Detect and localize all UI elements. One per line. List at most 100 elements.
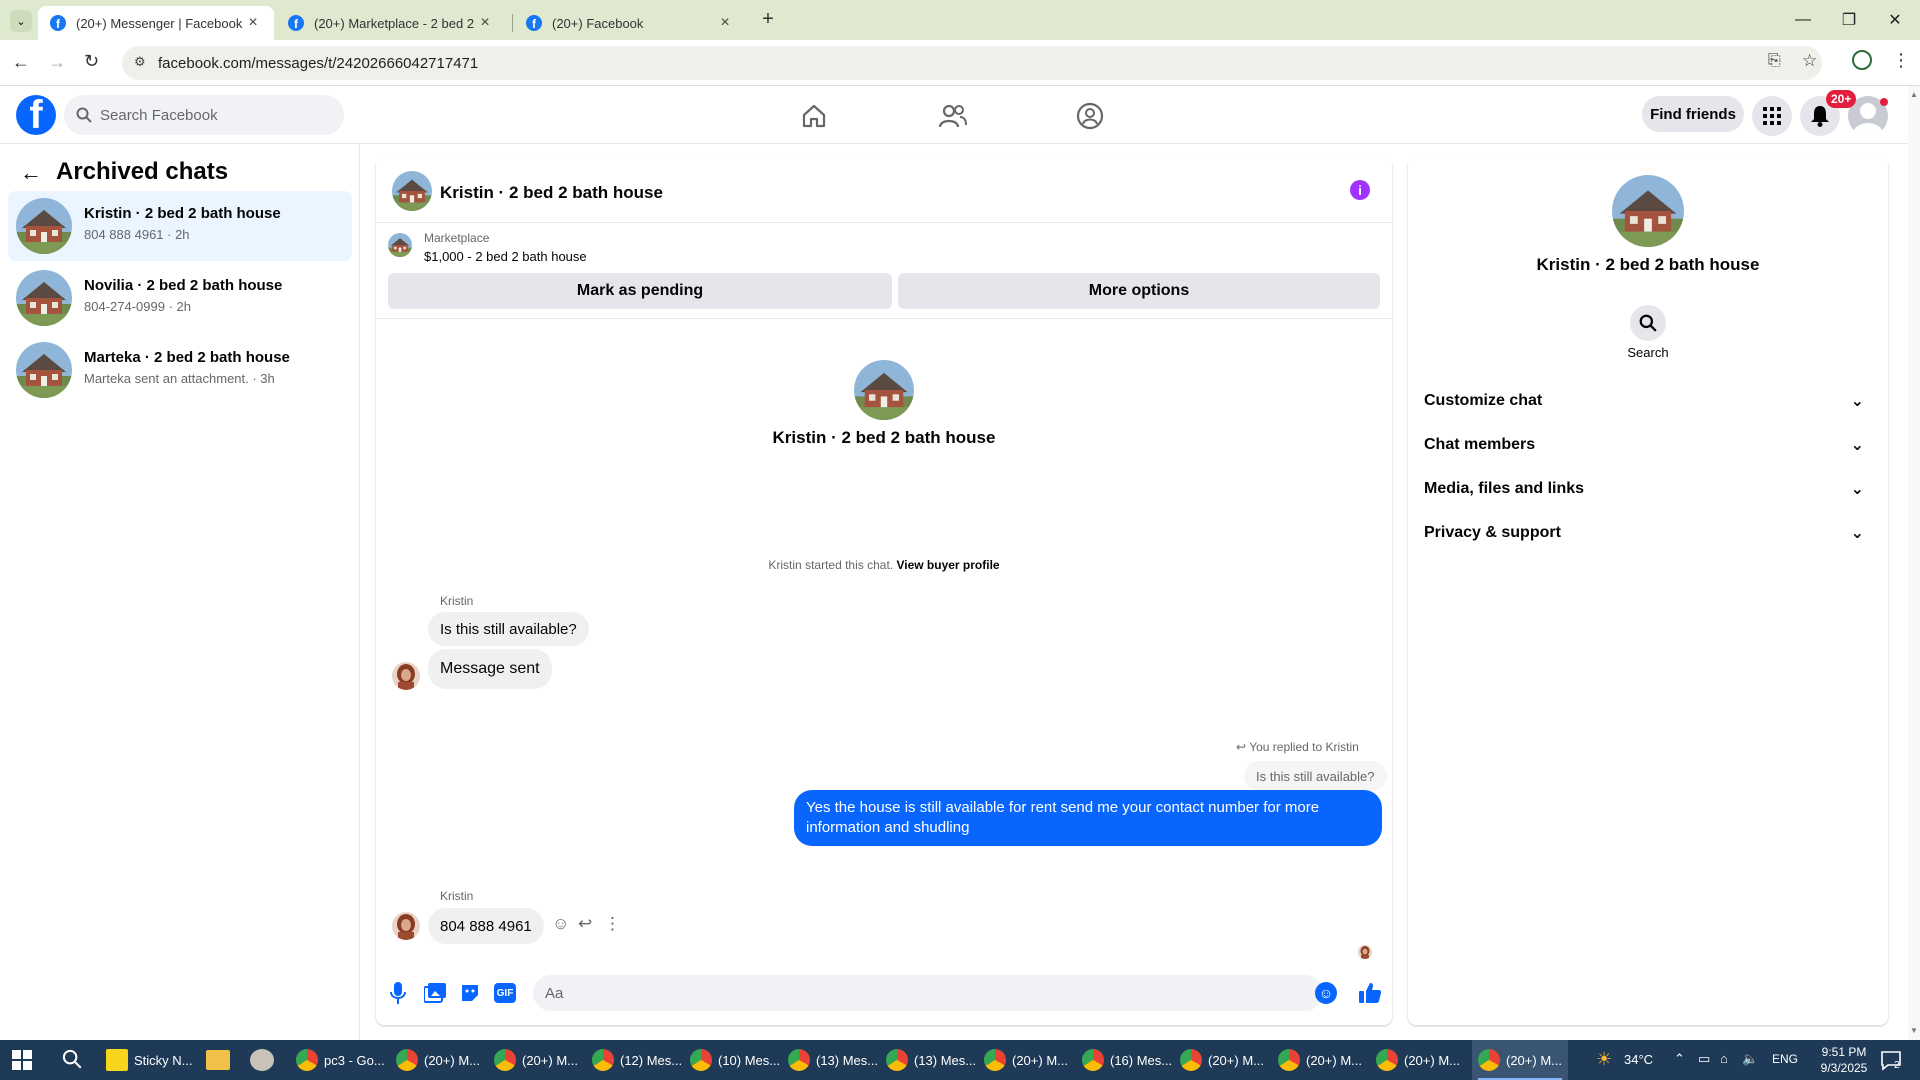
groups-nav-icon[interactable] — [1070, 96, 1110, 136]
taskbar-search-icon[interactable] — [62, 1049, 82, 1069]
row-label: Chat members — [1424, 436, 1536, 453]
taskbar-chrome-window[interactable]: (13) Mes... — [880, 1040, 976, 1080]
emoji-icon[interactable]: ☺ — [1315, 982, 1337, 1004]
back-arrow-icon[interactable]: ← — [12, 52, 30, 73]
chat-members-row[interactable]: Chat members ⌄ — [1424, 425, 1872, 465]
chat-list-item[interactable]: Marteka · 2 bed 2 bath house Marteka sen… — [8, 335, 352, 405]
install-app-icon[interactable]: ⎘ — [1768, 52, 1781, 70]
message-bubble[interactable]: Message sent — [428, 649, 552, 689]
tab-search-icon[interactable]: ⌄ — [10, 10, 32, 32]
taskbar-chrome-window[interactable]: pc3 - Go... — [290, 1040, 386, 1080]
volume-icon[interactable]: 🔈 — [1742, 1051, 1758, 1067]
new-tab-button[interactable]: + — [756, 8, 780, 32]
customize-chat-row[interactable]: Customize chat ⌄ — [1424, 381, 1872, 421]
friends-nav-icon[interactable] — [933, 96, 973, 136]
network-icon[interactable]: ⌂ — [1720, 1051, 1728, 1066]
search-facebook-input[interactable]: Search Facebook — [64, 95, 344, 135]
listing-title[interactable]: $1,000 - 2 bed 2 bath house — [424, 249, 587, 264]
conversation-info-icon[interactable]: i — [1350, 180, 1370, 200]
thumbs-up-icon[interactable] — [1358, 981, 1382, 1005]
taskbar-sticky-notes[interactable]: Sticky N... — [100, 1040, 196, 1080]
find-friends-button[interactable]: Find friends — [1642, 96, 1744, 132]
site-info-icon[interactable]: ⚙ — [134, 54, 146, 70]
info-avatar[interactable] — [1612, 175, 1684, 247]
media-files-links-row[interactable]: Media, files and links ⌄ — [1424, 469, 1872, 509]
more-actions-icon[interactable]: ⋮ — [604, 914, 621, 934]
language-indicator[interactable]: ENG — [1772, 1052, 1798, 1066]
file-explorer-icon[interactable] — [206, 1050, 230, 1070]
clock[interactable]: 9:51 PM 9/3/2025 — [1804, 1044, 1884, 1076]
address-bar[interactable]: ⚙ facebook.com/messages/t/24202666042717… — [122, 46, 1822, 80]
my-message-bubble[interactable]: Yes the house is still available for ren… — [794, 790, 1382, 846]
view-buyer-profile-link[interactable]: View buyer profile — [896, 558, 999, 572]
close-window-button[interactable]: ✕ — [1872, 0, 1918, 40]
taskbar-chrome-window[interactable]: (20+) M... — [1272, 1040, 1368, 1080]
back-arrow-icon[interactable]: ← — [20, 160, 42, 186]
taskbar-chrome-window[interactable]: (13) Mes... — [782, 1040, 878, 1080]
tray-chevron-up-icon[interactable]: ⌃ — [1674, 1051, 1685, 1067]
gif-icon[interactable]: GIF — [494, 983, 516, 1003]
mark-as-pending-button[interactable]: Mark as pending — [388, 273, 892, 309]
quoted-message[interactable]: Is this still available? — [1244, 761, 1387, 791]
sender-avatar[interactable] — [392, 912, 420, 940]
chat-list-item[interactable]: Novilia · 2 bed 2 bath house 804-274-099… — [8, 263, 352, 333]
message-bubble[interactable]: Is this still available? — [428, 612, 589, 646]
scroll-down-icon[interactable]: ▼ — [1910, 1026, 1918, 1035]
conversation-avatar[interactable] — [392, 171, 432, 211]
attach-photo-icon[interactable] — [424, 983, 446, 1003]
chat-list-item[interactable]: Kristin · 2 bed 2 bath house 804 888 496… — [8, 191, 352, 261]
tray-app-icon[interactable]: ▭ — [1698, 1051, 1710, 1067]
taskbar-chrome-window-active[interactable]: (20+) M... — [1472, 1040, 1568, 1080]
scroll-up-icon[interactable]: ▲ — [1910, 90, 1918, 99]
browser-toolbar: ← → ↻ ⚙ facebook.com/messages/t/24202666… — [0, 40, 1920, 86]
reply-icon[interactable]: ↩ — [578, 914, 592, 934]
tab-messenger[interactable]: f (20+) Messenger | Facebook × — [38, 6, 274, 40]
search-in-chat-button[interactable] — [1630, 305, 1666, 341]
conversation-title[interactable]: Kristin · 2 bed 2 bath house — [440, 183, 663, 203]
listing-avatar — [16, 198, 72, 254]
message-bubble[interactable]: 804 888 4961 — [428, 908, 544, 944]
tab-facebook[interactable]: f (20+) Facebook × — [514, 6, 746, 40]
close-tab-icon[interactable]: × — [244, 14, 262, 32]
react-emoji-icon[interactable]: ☺ — [552, 914, 569, 934]
windows-start-icon[interactable] — [12, 1050, 32, 1070]
privacy-support-row[interactable]: Privacy & support ⌄ — [1424, 513, 1872, 553]
tab-title: (20+) Facebook — [552, 15, 644, 31]
page-scrollbar[interactable]: ▲ ▼ — [1908, 86, 1920, 1040]
app-icon[interactable] — [250, 1049, 274, 1071]
restore-button[interactable]: ❐ — [1826, 0, 1872, 40]
profile-icon[interactable] — [1852, 50, 1872, 70]
taskbar-chrome-window[interactable]: (12) Mes... — [586, 1040, 682, 1080]
message-input[interactable]: Aa — [533, 975, 1323, 1011]
tab-marketplace[interactable]: f (20+) Marketplace - 2 bed 2 ba × — [276, 6, 506, 40]
taskbar-chrome-window[interactable]: (10) Mes... — [684, 1040, 780, 1080]
url-text: facebook.com/messages/t/2420266604271747… — [158, 54, 479, 72]
chrome-icon — [1082, 1049, 1104, 1071]
reload-icon[interactable]: ↻ — [84, 51, 99, 72]
taskbar-chrome-window[interactable]: (20+) M... — [978, 1040, 1074, 1080]
sticker-icon[interactable] — [460, 983, 480, 1003]
taskbar-chrome-window[interactable]: (20+) M... — [1174, 1040, 1270, 1080]
browser-menu-icon[interactable]: ⋮ — [1892, 50, 1910, 71]
menu-grid-icon[interactable] — [1752, 96, 1792, 136]
taskbar-chrome-window[interactable]: (20+) M... — [390, 1040, 486, 1080]
sender-avatar[interactable] — [392, 662, 420, 690]
weather-icon[interactable]: ☀ — [1596, 1049, 1612, 1070]
bookmark-star-icon[interactable]: ☆ — [1802, 51, 1817, 71]
minimize-button[interactable]: — — [1780, 0, 1826, 40]
taskbar-chrome-window[interactable]: (20+) M... — [1370, 1040, 1466, 1080]
taskbar-chrome-window[interactable]: (20+) M... — [488, 1040, 584, 1080]
close-tab-icon[interactable]: × — [476, 14, 494, 32]
close-tab-icon[interactable]: × — [716, 14, 734, 32]
taskbar-label: (20+) M... — [1506, 1052, 1562, 1068]
temperature[interactable]: 34°C — [1624, 1052, 1653, 1067]
home-nav-icon[interactable] — [794, 96, 834, 136]
listing-thumbnail — [388, 233, 412, 257]
facebook-logo-icon[interactable]: f — [16, 95, 56, 135]
more-options-button[interactable]: More options — [898, 273, 1380, 309]
microphone-icon[interactable] — [388, 981, 408, 1005]
chrome-icon — [1180, 1049, 1202, 1071]
forward-arrow-icon[interactable]: → — [48, 52, 66, 73]
archived-chats-title: Archived chats — [56, 158, 229, 185]
taskbar-chrome-window[interactable]: (16) Mes... — [1076, 1040, 1172, 1080]
